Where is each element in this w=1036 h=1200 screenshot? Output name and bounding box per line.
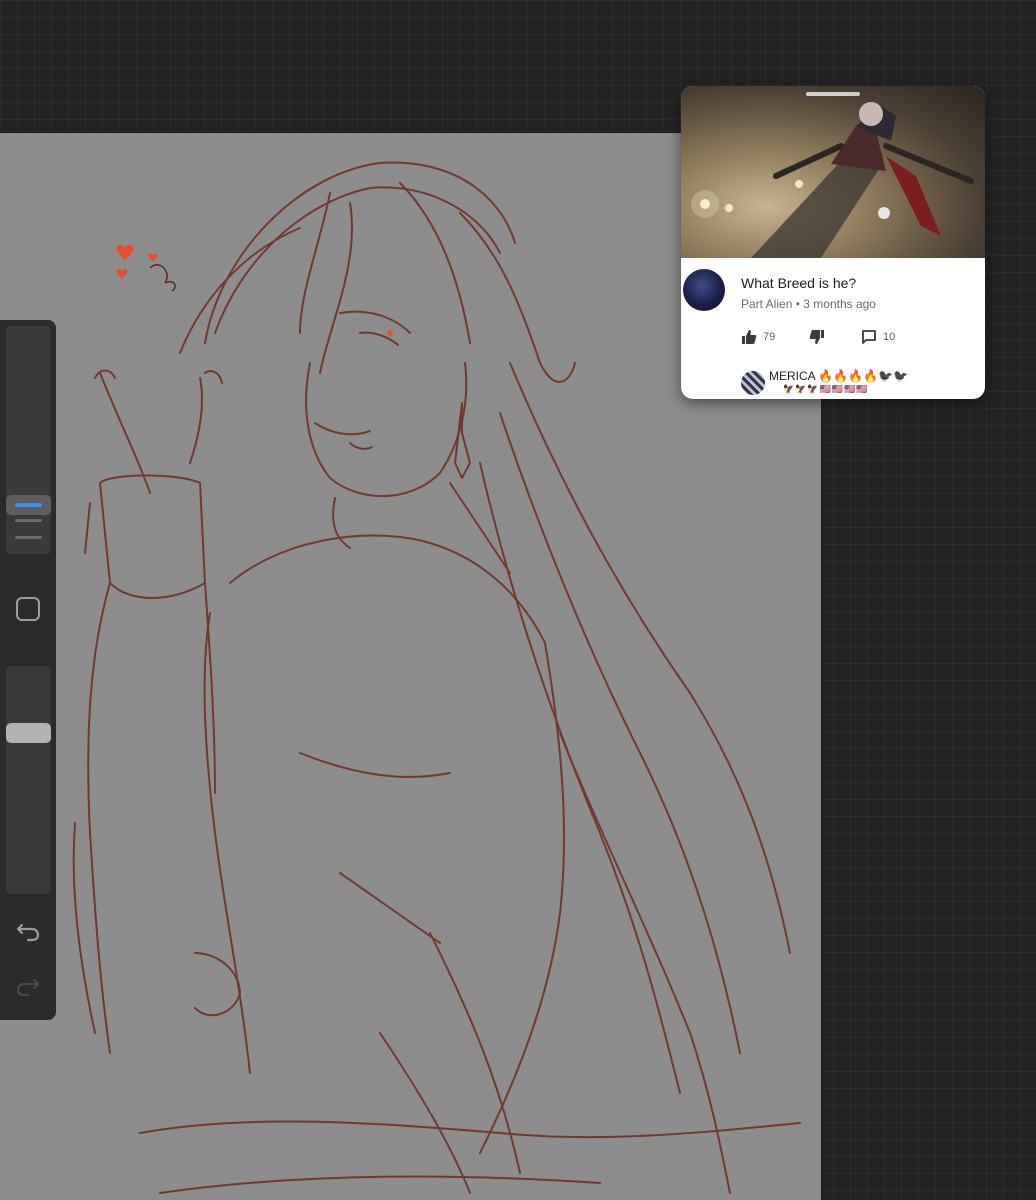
heart-doodle [116, 244, 158, 279]
modify-button[interactable] [16, 597, 40, 621]
avatar[interactable] [683, 269, 725, 311]
comment-icon [862, 330, 876, 344]
like-button[interactable]: 79 [741, 329, 775, 345]
comment-title: What Breed is he? [741, 275, 857, 291]
opacity-thumb[interactable] [6, 723, 51, 743]
like-count: 79 [763, 331, 776, 343]
dislike-button[interactable] [809, 329, 825, 345]
brush-size-thumb[interactable] [6, 495, 51, 515]
video-thumbnail[interactable] [681, 86, 985, 258]
comment-age: 3 months ago [803, 297, 876, 311]
reply-count: 10 [883, 331, 896, 343]
thumbs-down-icon [809, 330, 824, 344]
drag-handle[interactable] [806, 92, 860, 96]
opacity-slider[interactable] [6, 666, 51, 894]
reply-flags: 🦅🦅🦅🇺🇸🇺🇸🇺🇸🇺🇸 [783, 384, 869, 394]
reply-preview[interactable]: MERICA 🔥🔥🔥🔥🐦‍⬛🐦‍⬛ 🦅🦅🦅🇺🇸🇺🇸🇺🇸🇺🇸 [741, 369, 981, 399]
slider-grip [15, 519, 42, 522]
slider-grip [15, 536, 42, 539]
comment-meta: Part Alien • 3 months ago [741, 297, 876, 311]
reply-button[interactable]: 10 [861, 329, 895, 345]
meta-separator: • [795, 297, 800, 311]
channel-name[interactable]: Part Alien [741, 297, 792, 311]
undo-icon[interactable] [12, 913, 44, 945]
redo-icon[interactable] [12, 968, 44, 1000]
video-popup[interactable]: What Breed is he? Part Alien • 3 months … [681, 86, 985, 399]
thumbs-up-icon [742, 330, 757, 344]
comment-actions: 79 10 [741, 329, 981, 349]
side-toolbar [0, 320, 56, 1020]
reply-avatar [741, 371, 765, 395]
reply-author: MERICA 🔥🔥🔥🔥🐦‍⬛🐦‍⬛ [769, 369, 908, 383]
video-frame-art [691, 102, 974, 258]
